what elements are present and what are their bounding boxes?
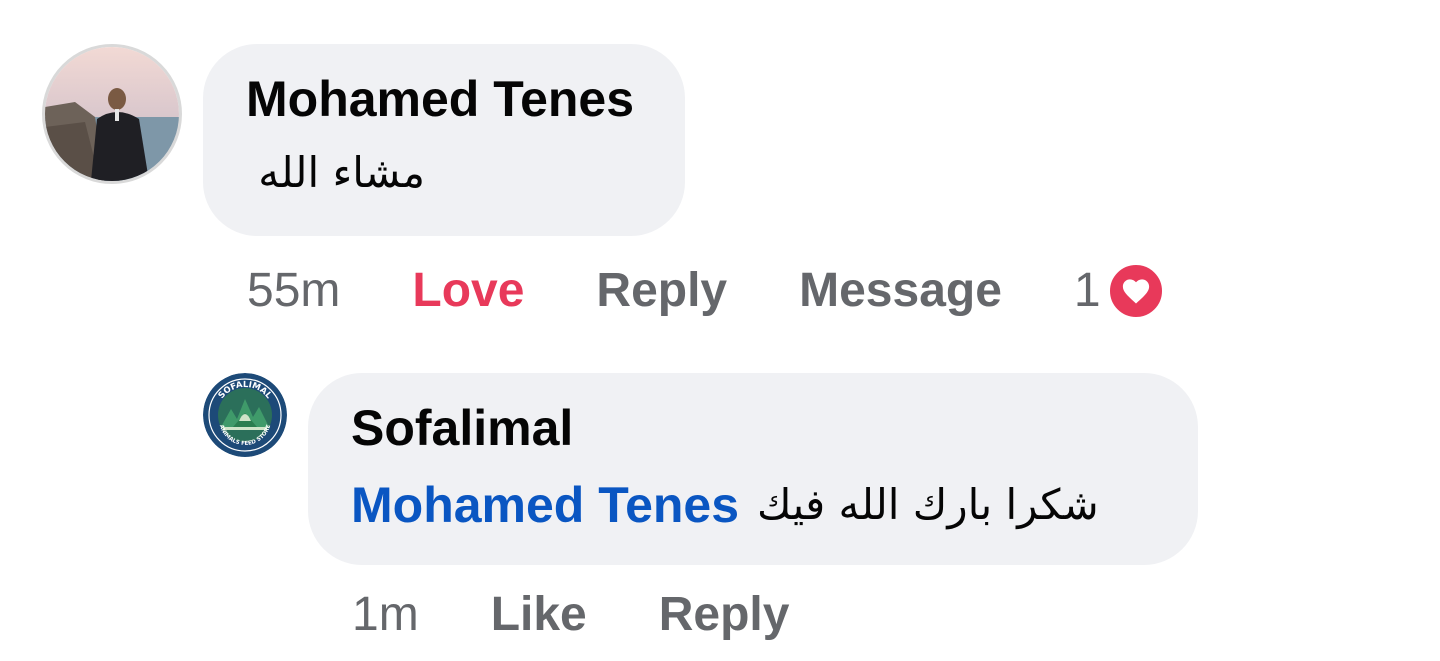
reply-button[interactable]: Reply bbox=[596, 267, 727, 315]
sofalimal-logo-icon: SOFALIMAL ANIMALS FEED STORE bbox=[203, 373, 287, 457]
comment-text: مشاء الله bbox=[258, 148, 425, 197]
reply-text: شكرا بارك الله فيك bbox=[757, 480, 1099, 529]
reply-timestamp[interactable]: 1m bbox=[352, 591, 419, 639]
message-button[interactable]: Message bbox=[799, 267, 1002, 315]
reply-text-line: Mohamed Tenes شكرا بارك الله فيك bbox=[351, 480, 1099, 530]
comment-actions-row: 55m Love Reply Message 1 bbox=[247, 262, 1165, 320]
reply-actions-row: 1m Like Reply bbox=[352, 591, 789, 639]
reply-mention-link[interactable]: Mohamed Tenes bbox=[351, 480, 739, 530]
reply-author-avatar[interactable]: SOFALIMAL ANIMALS FEED STORE bbox=[203, 373, 287, 457]
comment-timestamp[interactable]: 55m bbox=[247, 267, 340, 315]
commenter-avatar[interactable] bbox=[42, 44, 182, 184]
love-button[interactable]: Love bbox=[412, 267, 524, 315]
heart-icon-glyph bbox=[1122, 279, 1149, 304]
reply-author-name[interactable]: Sofalimal bbox=[351, 403, 573, 453]
like-button[interactable]: Like bbox=[491, 591, 587, 639]
reaction-count[interactable]: 1 bbox=[1074, 267, 1101, 315]
comment-author-name[interactable]: Mohamed Tenes bbox=[246, 74, 634, 124]
commenter-photo bbox=[45, 47, 179, 181]
heart-icon[interactable] bbox=[1106, 262, 1165, 320]
reply-to-reply-button[interactable]: Reply bbox=[659, 591, 790, 639]
